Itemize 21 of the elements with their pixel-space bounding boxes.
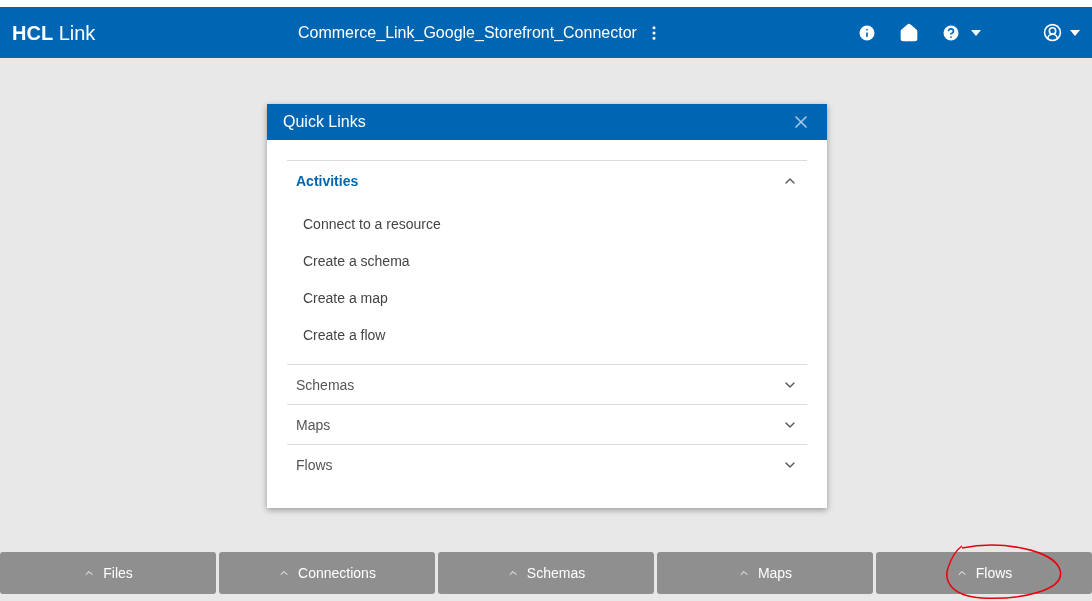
quick-link[interactable]: Create a schema xyxy=(287,243,426,280)
caret-icon xyxy=(971,29,981,36)
caret-icon xyxy=(1070,29,1080,36)
accordion-header[interactable]: Maps xyxy=(287,406,807,444)
section-label: Activities xyxy=(296,171,359,191)
app-logo: HCL Link xyxy=(12,20,97,46)
user-icon[interactable] xyxy=(1043,23,1062,42)
section-label: Maps xyxy=(296,415,331,435)
accordion-header[interactable]: Flows xyxy=(287,446,807,484)
accordion-header[interactable]: Schemas xyxy=(287,366,807,404)
help-icon[interactable] xyxy=(941,22,961,43)
quick-link[interactable]: Create a map xyxy=(287,280,404,317)
quick-link[interactable]: Connect to a resource xyxy=(287,206,457,243)
dialog-title: Quick Links xyxy=(283,112,366,132)
info-icon[interactable] xyxy=(857,22,877,43)
project-title: Commerce_Link_Google_Storefront_Connector xyxy=(298,22,637,43)
section-label: Flows xyxy=(296,455,333,475)
section-label: Schemas xyxy=(296,375,355,395)
accordion-header[interactable]: Activities xyxy=(287,162,807,200)
home-icon[interactable] xyxy=(899,22,919,43)
quick-link[interactable]: Create a flow xyxy=(287,317,402,354)
